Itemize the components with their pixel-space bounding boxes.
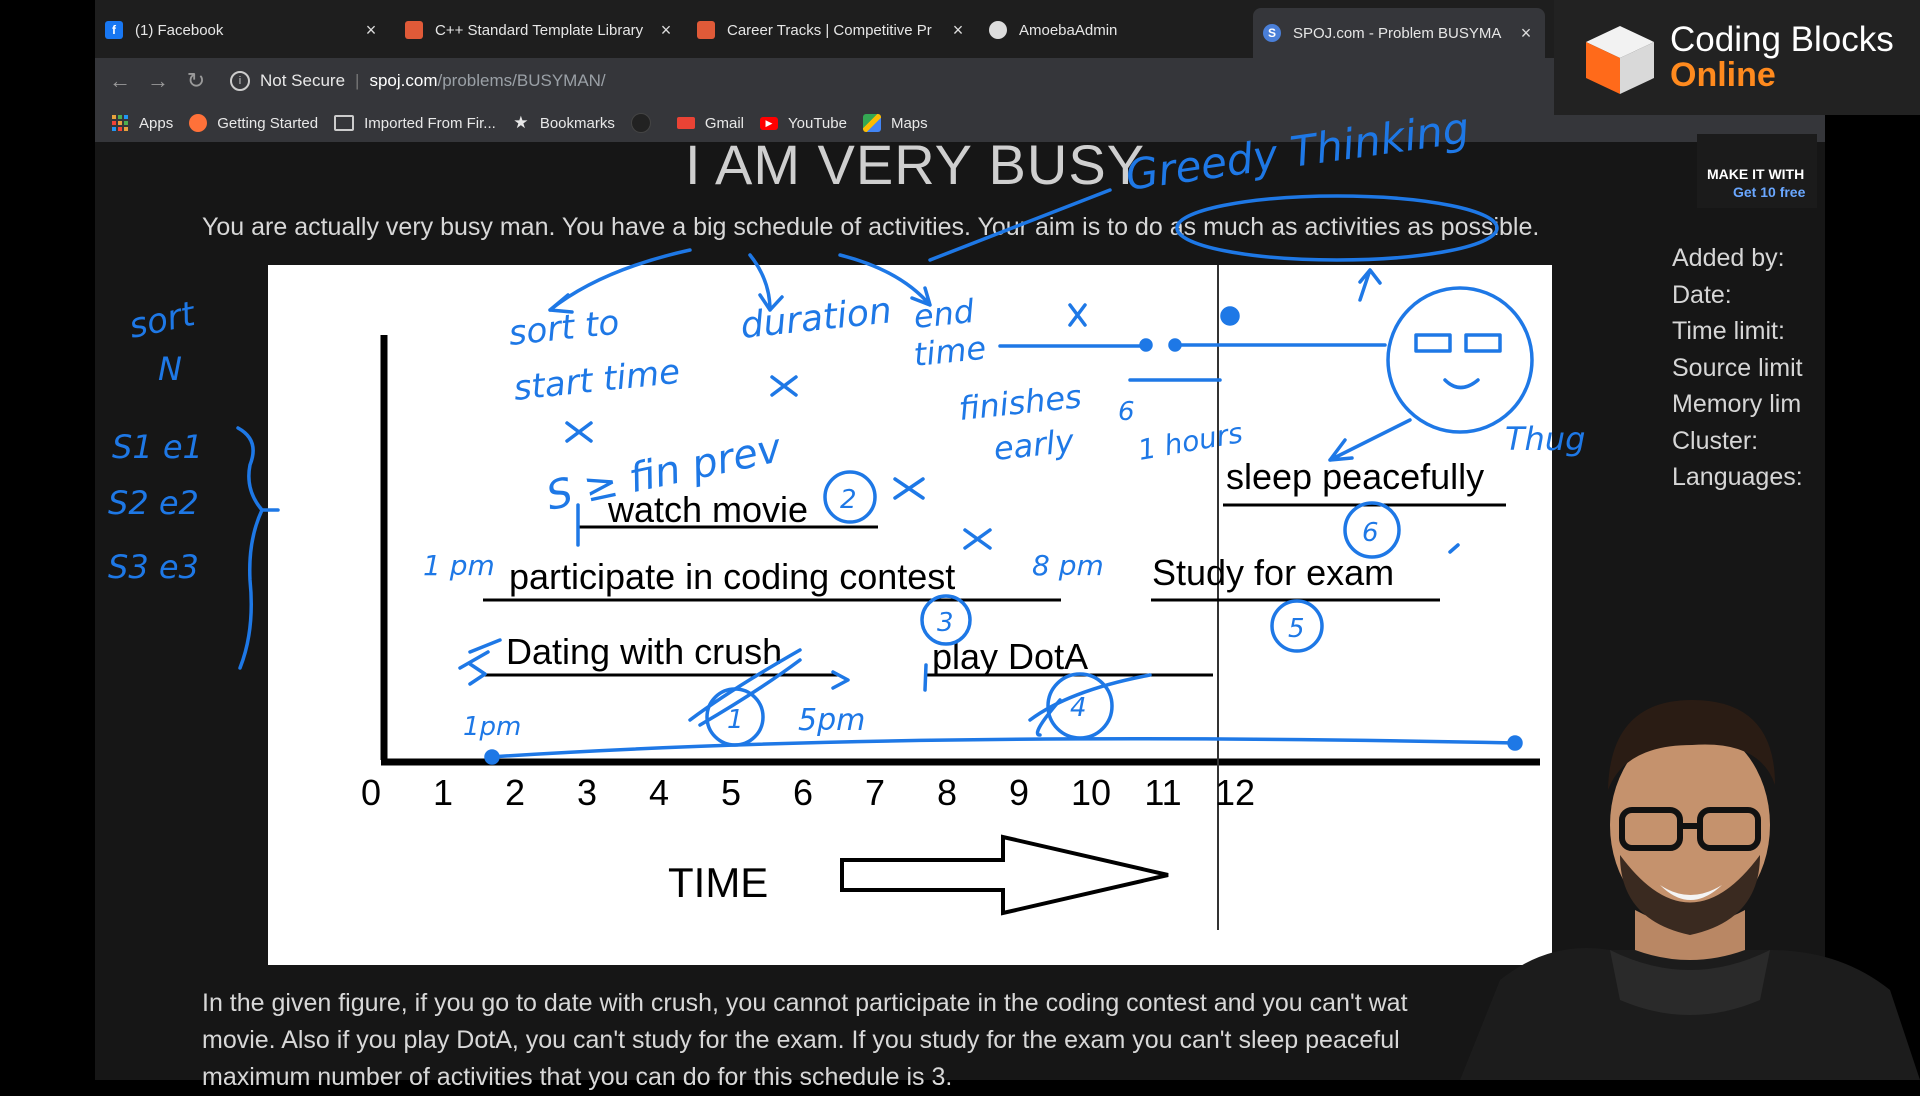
bookmark-label: Getting Started (217, 114, 319, 132)
meta-languages: Languages: (1672, 463, 1803, 491)
tab-label: SPOJ.com - Problem BUSYMA (1293, 24, 1502, 42)
cube-logo-icon (1586, 26, 1654, 94)
schedule-figure: watch movie participate in coding contes… (268, 265, 1552, 965)
tab-facebook[interactable]: f (1) Facebook × (95, 10, 390, 50)
bookmark-apps[interactable]: Apps (111, 114, 173, 132)
coding-blocks-icon (405, 21, 423, 39)
axis-tick-label: 1 (433, 772, 453, 813)
figure-time-label: TIME (668, 859, 768, 906)
bookmark-label: Maps (890, 114, 928, 132)
url-path: /problems/BUSYMAN/ (437, 71, 606, 90)
bookmark-youtube[interactable]: ▶ YouTube (760, 115, 847, 132)
tab-cpp-stl[interactable]: C++ Standard Template Library × (395, 10, 685, 50)
globe-icon (989, 21, 1007, 39)
axis-tick-label: 0 (361, 772, 381, 813)
figure-activity-sleep: sleep peacefully (1226, 456, 1484, 497)
axis-tick-label: 8 (937, 772, 957, 813)
bookmark-getting-started[interactable]: Getting Started (189, 114, 318, 132)
axis-tick-label: 4 (649, 772, 669, 813)
apps-grid-icon (111, 114, 129, 132)
ad-banner[interactable]: MAKE IT WITH Get 10 free (1697, 134, 1817, 208)
security-label: Not Secure (260, 71, 346, 90)
facebook-icon: f (105, 21, 123, 39)
problem-intro: You are actually very busy man. You have… (202, 213, 1540, 241)
logo-text-coding-blocks: Coding Blocks (1670, 20, 1894, 59)
close-tab-icon[interactable]: × (949, 20, 967, 41)
figure-activity-watch: watch movie (607, 489, 808, 530)
bookmark-github[interactable] (630, 113, 661, 133)
firefox-icon (189, 114, 208, 132)
bookmark-label: YouTube (788, 114, 847, 132)
tab-label: Career Tracks | Competitive Pr (727, 21, 932, 39)
problem-meta: Added by: Date: Time limit: Source limit… (1672, 240, 1822, 496)
problem-title: I AM VERY BUSY (684, 133, 1146, 196)
tab-career-tracks[interactable]: Career Tracks | Competitive Pr × (687, 10, 977, 50)
figure-activity-study: Study for exam (1152, 552, 1394, 593)
axis-tick-label: 11 (1144, 772, 1181, 813)
logo-text-online: Online (1670, 56, 1776, 94)
info-icon[interactable]: i (230, 71, 250, 91)
coding-blocks-icon (697, 21, 715, 39)
folder-icon (334, 115, 355, 131)
axis-tick-label: 10 (1071, 772, 1111, 813)
figure-activity-contest: participate in coding contest (509, 556, 955, 597)
axis-tick-label: 9 (1009, 772, 1029, 813)
meta-source-limit: Source limit (1672, 353, 1803, 382)
reload-icon[interactable]: ↻ (183, 68, 209, 94)
meta-time-limit: Time limit: (1672, 317, 1785, 345)
tab-spoj-busyman[interactable]: S SPOJ.com - Problem BUSYMA × (1253, 8, 1545, 58)
ad-line1: MAKE IT WITH (1707, 166, 1805, 182)
figure-activity-dota: play DotA (932, 636, 1088, 677)
bookmark-bookmarks[interactable]: ★ Bookmarks (512, 113, 615, 132)
bookmark-label: Gmail (704, 114, 745, 132)
time-axis-ticks: 0 1 2 3 4 5 6 7 8 9 10 11 12 (361, 772, 1255, 813)
spoj-icon: S (1263, 24, 1281, 42)
meta-cluster: Cluster: (1672, 426, 1759, 455)
tab-label: (1) Facebook (135, 21, 224, 39)
presenter-webcam (1460, 700, 1920, 1080)
bookmark-imported[interactable]: Imported From Fir... (334, 115, 496, 132)
bookmark-label: Bookmarks (539, 114, 615, 132)
gmail-icon (676, 117, 695, 129)
axis-tick-label: 12 (1215, 772, 1255, 813)
star-icon: ★ (513, 113, 529, 132)
axis-tick-label: 3 (577, 772, 597, 813)
close-tab-icon[interactable]: × (657, 20, 675, 41)
youtube-icon: ▶ (760, 116, 779, 130)
github-icon (630, 113, 651, 133)
coding-blocks-logo: Coding Blocks Online (1554, 0, 1920, 115)
close-tab-icon[interactable]: × (362, 20, 380, 41)
tab-label: C++ Standard Template Library (435, 21, 644, 39)
ad-line2: Get 10 free (1733, 184, 1806, 200)
meta-added-by: Added by: (1672, 244, 1785, 272)
divider: | (355, 71, 360, 90)
close-tab-icon[interactable]: × (1517, 23, 1535, 44)
bookmark-label: Imported From Fir... (364, 114, 496, 132)
url-host: spoj.com (369, 71, 438, 90)
bookmark-maps[interactable]: Maps (862, 114, 928, 132)
meta-memory-limit: Memory lim (1672, 390, 1802, 418)
maps-icon (862, 114, 881, 132)
bookmark-gmail[interactable]: Gmail (676, 114, 745, 132)
meta-date: Date: (1672, 280, 1732, 309)
forward-arrow-icon[interactable]: → (145, 68, 171, 94)
figure-activity-dating: Dating with crush (506, 631, 782, 672)
axis-tick-label: 6 (793, 772, 813, 813)
back-arrow-icon[interactable]: ← (107, 68, 133, 94)
axis-tick-label: 2 (505, 772, 525, 813)
bookmark-label: Apps (139, 114, 174, 132)
axis-tick-label: 7 (865, 772, 885, 813)
axis-tick-label: 5 (721, 772, 741, 813)
